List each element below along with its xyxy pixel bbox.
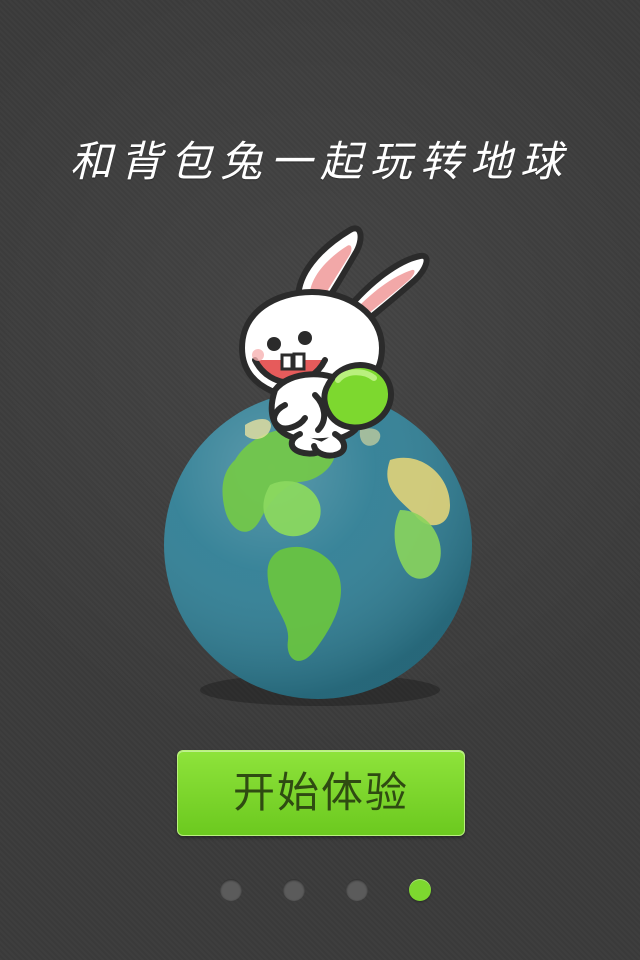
pagination-dot-3[interactable] xyxy=(346,879,368,901)
hero-illustration xyxy=(150,220,490,720)
pagination-dots xyxy=(220,879,440,903)
rabbit-on-globe-image xyxy=(164,225,472,706)
start-button[interactable]: 开始体验 xyxy=(177,750,465,836)
pagination-dot-2[interactable] xyxy=(283,879,305,901)
pagination-dot-1[interactable] xyxy=(220,879,242,901)
page-title: 和背包兔一起玩转地球 xyxy=(69,137,570,186)
intro-screen: 和背包兔一起玩转地球 开始体验 xyxy=(0,0,640,960)
pagination-dot-4-active[interactable] xyxy=(409,879,431,901)
